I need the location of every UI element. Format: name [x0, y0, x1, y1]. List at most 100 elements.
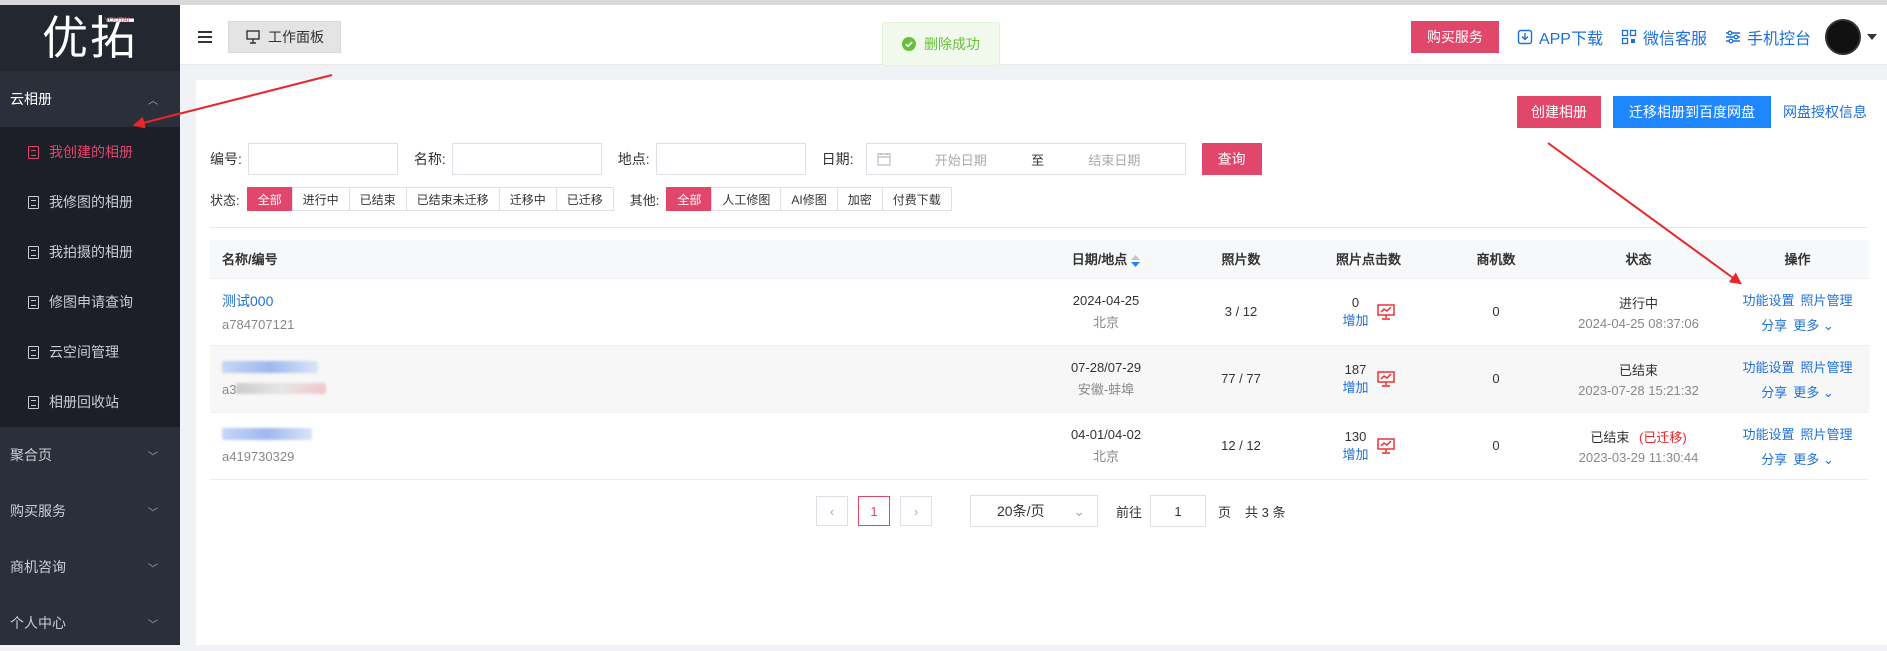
create-album-button[interactable]: 创建相册 [1517, 96, 1601, 128]
click-count: 0 [1351, 294, 1360, 310]
other-option[interactable]: 付费下载 [881, 187, 952, 211]
share-link[interactable]: 分享 [1761, 318, 1787, 333]
other-option[interactable]: 人工修图 [711, 187, 782, 211]
sidebar-item-label: 相册回收站 [49, 394, 119, 410]
main-content: 创建相册 迁移相册到百度网盘 网盘授权信息 编号: 名称: 地点: 日期: 开始… [196, 80, 1887, 645]
col-name: 名称/编号 [210, 240, 1026, 279]
add-clicks-link[interactable]: 增加 [1342, 444, 1368, 463]
sort-icon[interactable] [1131, 254, 1141, 267]
sidebar-item-cloud-space[interactable]: 云空间管理 [0, 327, 180, 377]
sidebar-group-cloud-album[interactable]: 云相册 ︿ [0, 71, 180, 127]
sidebar-item-recycle-bin[interactable]: 相册回收站 [0, 377, 180, 427]
netdisk-auth-link[interactable]: 网盘授权信息 [1783, 102, 1867, 122]
wechat-service-link[interactable]: 微信客服 [1621, 25, 1707, 49]
document-icon [28, 345, 39, 359]
query-button[interactable]: 查询 [1201, 143, 1262, 175]
status-option[interactable]: 全部 [246, 187, 293, 211]
other-option[interactable]: 加密 [836, 187, 883, 211]
goto-page-input[interactable]: 1 [1150, 495, 1207, 527]
album-place: 北京 [1092, 314, 1119, 330]
other-option[interactable]: 全部 [666, 187, 713, 211]
status-option[interactable]: 进行中 [291, 187, 350, 211]
status-option[interactable]: 已结束 [348, 187, 407, 211]
place-input[interactable] [655, 143, 806, 175]
document-icon [28, 245, 39, 259]
sidebar: 优拓 YOUTAI 云相册 ︿ 我创建的相册 我修图的相册 我拍摄的相册 修图申… [0, 5, 180, 645]
table-row: a3 07-28/07-29 安徽-蚌埠 77 / 77 187 增加 0 已结束 2… [210, 345, 1869, 413]
divider [210, 227, 1867, 228]
other-label: 其他: [629, 192, 660, 208]
avatar[interactable] [1825, 19, 1861, 55]
photo-manage-link[interactable]: 照片管理 [1801, 427, 1853, 442]
add-clicks-link[interactable]: 增加 [1342, 377, 1368, 396]
function-settings-link[interactable]: 功能设置 [1742, 293, 1794, 308]
chevron-down-icon: ﹀ [148, 563, 158, 575]
sidebar-group-aggregate[interactable]: 聚合页 ﹀ [0, 427, 180, 483]
id-input[interactable] [247, 143, 398, 175]
logo[interactable]: 优拓 YOUTAI [0, 5, 180, 71]
status-label: 状态: [210, 192, 240, 208]
migrate-baidu-button[interactable]: 迁移相册到百度网盘 [1613, 96, 1771, 128]
logo-subtext: YOUTAI [104, 17, 130, 24]
photo-manage-link[interactable]: 照片管理 [1801, 293, 1853, 308]
caret-down-icon[interactable] [1867, 34, 1877, 40]
menu-toggle-icon[interactable] [198, 31, 212, 43]
status-option[interactable]: 已迁移 [555, 187, 614, 211]
wechat-service-label: 微信客服 [1642, 31, 1707, 48]
album-name-link[interactable]: 测试000 [222, 291, 1026, 311]
share-link[interactable]: 分享 [1761, 385, 1787, 400]
click-count: 187 [1344, 361, 1367, 377]
sidebar-item-my-shot-albums[interactable]: 我拍摄的相册 [0, 227, 180, 277]
album-code: a419730329 [222, 448, 295, 464]
date-start-placeholder: 开始日期 [934, 152, 987, 168]
lead-count: 0 [1441, 278, 1551, 346]
chart-board-icon[interactable] [1376, 370, 1395, 387]
more-dropdown[interactable]: 更多 ⌄ [1793, 452, 1834, 467]
sidebar-item-label: 我修图的相册 [49, 194, 133, 210]
goto-label: 前往 [1116, 504, 1143, 520]
photo-manage-link[interactable]: 照片管理 [1801, 360, 1853, 375]
app-download-link[interactable]: APP下载 [1517, 25, 1603, 49]
buy-service-button[interactable]: 购买服务 [1410, 21, 1499, 53]
workbench-label: 工作面板 [268, 29, 324, 45]
other-option[interactable]: AI修图 [780, 187, 838, 211]
album-name-link[interactable] [222, 360, 1026, 376]
page-size-select[interactable]: 20条/页 ⌄ [970, 495, 1098, 527]
col-date-place[interactable]: 日期/地点 [1026, 240, 1186, 279]
sidebar-group-business-inquiry[interactable]: 商机咨询 ﹀ [0, 539, 180, 595]
date-range-picker[interactable]: 开始日期 至 结束日期 [865, 143, 1186, 175]
place-label: 地点: [617, 151, 650, 167]
album-name-link[interactable] [222, 427, 1026, 443]
sidebar-group-buy-service[interactable]: 购买服务 ﹀ [0, 483, 180, 539]
status-option[interactable]: 迁移中 [498, 187, 557, 211]
share-link[interactable]: 分享 [1761, 452, 1787, 467]
more-dropdown[interactable]: 更多 ⌄ [1793, 318, 1834, 333]
next-page-button[interactable]: › [900, 496, 932, 526]
col-clicks: 照片点击数 [1296, 240, 1441, 279]
function-settings-link[interactable]: 功能设置 [1742, 427, 1794, 442]
col-ops: 操作 [1726, 240, 1869, 279]
sidebar-item-my-created-albums[interactable]: 我创建的相册 [0, 127, 180, 177]
sidebar-group-personal-center[interactable]: 个人中心 ﹀ [0, 595, 180, 651]
table-header-row: 名称/编号 日期/地点 照片数 照片点击数 商机数 状态 操作 [210, 240, 1869, 279]
name-input[interactable] [451, 143, 602, 175]
page-number[interactable]: 1 [858, 496, 890, 526]
chart-board-icon[interactable] [1376, 303, 1395, 320]
function-settings-link[interactable]: 功能设置 [1742, 360, 1794, 375]
sidebar-item-retouch-requests[interactable]: 修图申请查询 [0, 277, 180, 327]
add-clicks-link[interactable]: 增加 [1342, 310, 1368, 329]
click-count: 130 [1344, 428, 1367, 444]
migrated-tag: (已迁移) [1638, 429, 1687, 445]
sidebar-item-my-retouch-albums[interactable]: 我修图的相册 [0, 177, 180, 227]
check-circle-icon [902, 37, 916, 51]
photo-count: 12 / 12 [1186, 412, 1296, 480]
workbench-tab[interactable]: 工作面板 [228, 21, 341, 53]
prev-page-button[interactable]: ‹ [816, 496, 848, 526]
more-dropdown[interactable]: 更多 ⌄ [1793, 385, 1834, 400]
photo-count: 3 / 12 [1186, 278, 1296, 346]
status-option[interactable]: 已结束未迁移 [405, 187, 500, 211]
document-icon [28, 195, 39, 209]
download-icon [1517, 29, 1533, 45]
mobile-console-link[interactable]: 手机控台 [1725, 25, 1811, 49]
chart-board-icon[interactable] [1376, 437, 1395, 454]
